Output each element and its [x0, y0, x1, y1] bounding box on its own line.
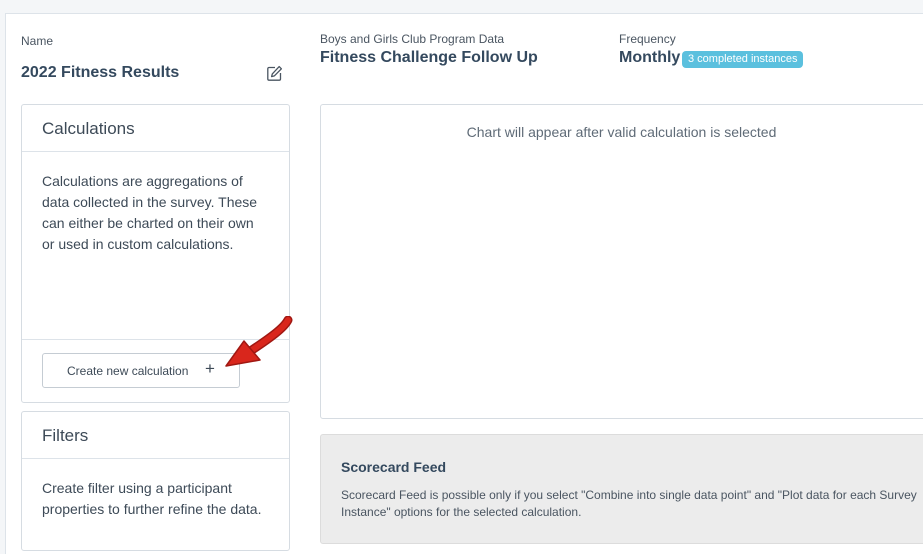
scorecard-feed-panel: Scorecard Feed Scorecard Feed is possibl… — [320, 434, 923, 544]
filters-card: Filters Create filter using a participan… — [21, 411, 290, 551]
chart-area: Chart will appear after valid calculatio… — [320, 104, 923, 419]
plus-icon: + — [205, 359, 215, 378]
create-new-calculation-button[interactable]: Create new calculation + — [42, 353, 240, 388]
filters-title-divider — [22, 458, 289, 459]
edit-icon[interactable] — [266, 65, 283, 82]
name-value: 2022 Fitness Results — [21, 64, 180, 81]
calculations-title-divider — [22, 151, 289, 152]
filters-title: Filters — [42, 426, 89, 445]
red-arrow-icon — [225, 316, 293, 367]
frequency-label: Frequency — [619, 32, 676, 46]
name-label: Name — [21, 34, 54, 48]
chart-empty-message: Chart will appear after valid calculatio… — [466, 124, 777, 140]
scorecard-feed-title: Scorecard Feed — [341, 459, 447, 475]
program-label: Boys and Girls Club Program Data — [320, 32, 505, 46]
scorecard-feed-description: Scorecard Feed is possible only if you s… — [341, 488, 917, 519]
create-new-calculation-label: Create new calculation — [67, 364, 189, 378]
calculations-title: Calculations — [42, 119, 135, 138]
frequency-value: Monthly — [619, 49, 681, 66]
filters-description: Create filter using a participant proper… — [42, 480, 262, 517]
program-value: Fitness Challenge Follow Up — [320, 49, 538, 66]
instances-badge: 3 completed instances — [682, 51, 804, 68]
calculations-description: Calculations are aggregations of data co… — [42, 173, 258, 252]
